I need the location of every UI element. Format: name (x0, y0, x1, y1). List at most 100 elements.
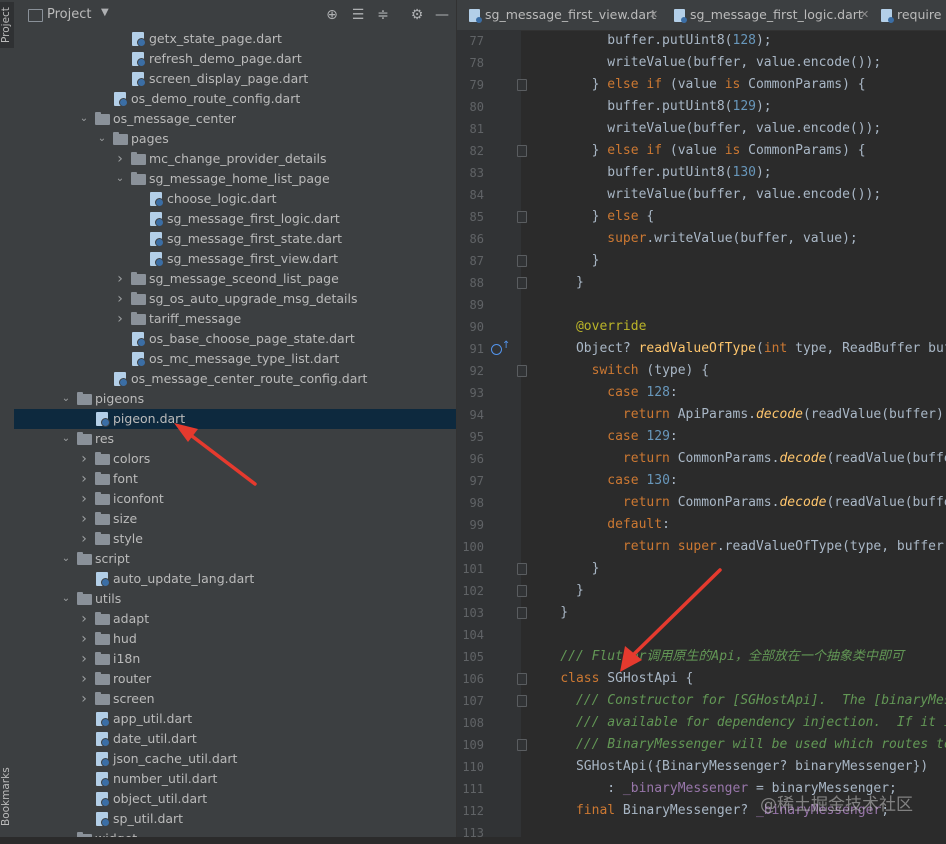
tree-item-label: widget (95, 829, 137, 837)
tree-item-label: size (113, 511, 138, 526)
tree-file-row[interactable]: json_cache_util.dart (14, 749, 456, 769)
chevron-right-icon[interactable]: › (78, 449, 90, 469)
tree-folder-row[interactable]: › colors (14, 449, 456, 469)
chevron-right-icon[interactable]: › (78, 629, 90, 649)
tree-file-row[interactable]: screen_display_page.dart (14, 69, 456, 89)
folder-icon (95, 652, 110, 665)
chevron-down-icon[interactable]: ⌄ (60, 549, 72, 569)
chevron-down-icon[interactable]: ⌄ (114, 169, 126, 189)
folder-icon (113, 132, 128, 145)
code-line: writeValue(buffer, value.encode()); (529, 55, 882, 70)
tree-folder-row[interactable]: ⌄ sg_message_home_list_page (14, 169, 456, 189)
tree-folder-row[interactable]: ⌄ widget (14, 829, 456, 837)
tree-folder-row[interactable]: › style (14, 529, 456, 549)
crosshair-icon[interactable]: ⊕ (324, 7, 340, 23)
bookmarks-tool-button[interactable]: Bookmarks (0, 763, 14, 831)
chevron-right-icon[interactable]: › (114, 289, 126, 309)
chevron-right-icon[interactable]: › (78, 469, 90, 489)
dart-file-icon (96, 812, 110, 827)
tree-item-label: getx_state_page.dart (149, 31, 282, 46)
tree-file-row[interactable]: getx_state_page.dart (14, 29, 456, 49)
chevron-right-icon[interactable]: › (78, 649, 90, 669)
tree-file-row[interactable]: pigeon.dart (14, 409, 456, 429)
tree-folder-row[interactable]: ⌄ res (14, 429, 456, 449)
tree-item-label: adapt (113, 611, 150, 626)
tree-folder-row[interactable]: › font (14, 469, 456, 489)
gear-icon[interactable]: ⚙ (409, 7, 425, 23)
tree-folder-row[interactable]: › i18n (14, 649, 456, 669)
code-line: return CommonParams.decode(readValue(buf… (622, 451, 946, 466)
tree-file-row[interactable]: sg_message_first_view.dart (14, 249, 456, 269)
chevron-right-icon[interactable]: › (114, 269, 126, 289)
editor-tab-bar: sg_message_first_view.dart ✕ sg_message_fi… (457, 0, 946, 31)
close-tab-icon[interactable]: ✕ (860, 0, 869, 30)
chevron-down-icon[interactable]: ⌄ (60, 829, 72, 837)
tree-item-label: sg_message_home_list_page (149, 171, 330, 186)
tree-folder-row[interactable]: › iconfont (14, 489, 456, 509)
tree-file-row[interactable]: os_message_center_route_config.dart (14, 369, 456, 389)
tree-item-label: auto_update_lang.dart (113, 571, 255, 586)
tree-file-row[interactable]: os_demo_route_config.dart (14, 89, 456, 109)
chevron-down-icon[interactable]: ⌄ (60, 589, 72, 609)
hide-icon[interactable]: — (434, 7, 450, 23)
chevron-down-icon[interactable]: ⌄ (78, 109, 90, 129)
chevron-right-icon[interactable]: › (114, 149, 126, 169)
dart-file-icon (114, 372, 128, 387)
chevron-right-icon[interactable]: › (78, 609, 90, 629)
tree-file-row[interactable]: refresh_demo_page.dart (14, 49, 456, 69)
tree-folder-row[interactable]: ⌄ os_message_center (14, 109, 456, 129)
tree-folder-row[interactable]: ⌄ utils (14, 589, 456, 609)
close-tab-icon[interactable]: ✕ (649, 0, 658, 30)
chevron-right-icon[interactable]: › (78, 669, 90, 689)
project-tool-button[interactable]: Project (0, 2, 14, 48)
chevron-right-icon[interactable]: › (114, 309, 126, 329)
tree-folder-row[interactable]: ⌄ pigeons (14, 389, 456, 409)
panel-title[interactable]: Project (47, 7, 91, 22)
tree-folder-row[interactable]: › router (14, 669, 456, 689)
tree-item-label: sg_message_first_state.dart (167, 231, 343, 246)
tree-folder-row[interactable]: › tariff_message (14, 309, 456, 329)
folder-icon (95, 672, 110, 685)
tree-folder-row[interactable]: › adapt (14, 609, 456, 629)
tree-file-row[interactable]: os_mc_message_type_list.dart (14, 349, 456, 369)
chevron-right-icon[interactable]: › (78, 489, 90, 509)
code-area[interactable]: buffer.putUint8(128); writeValue(buffer,… (457, 30, 946, 837)
folder-icon (131, 312, 146, 325)
tree-folder-row[interactable]: › screen (14, 689, 456, 709)
tree-folder-row[interactable]: › sg_message_sceond_list_page (14, 269, 456, 289)
tree-item-label: iconfont (113, 491, 164, 506)
tree-folder-row[interactable]: › mc_change_provider_details (14, 149, 456, 169)
tree-file-row[interactable]: sg_message_first_logic.dart (14, 209, 456, 229)
tree-file-row[interactable]: sg_message_first_state.dart (14, 229, 456, 249)
chevron-right-icon[interactable]: › (78, 509, 90, 529)
tree-file-row[interactable]: date_util.dart (14, 729, 456, 749)
chevron-down-icon[interactable]: ⌄ (60, 429, 72, 449)
chevron-down-icon[interactable]: ⌄ (96, 129, 108, 149)
collapse-all-icon[interactable]: ≑ (375, 7, 391, 23)
folder-icon (95, 452, 110, 465)
code-line: Object? readValueOfType(int type, ReadBu… (529, 341, 946, 356)
tree-file-row[interactable]: os_base_choose_page_state.dart (14, 329, 456, 349)
tree-folder-row[interactable]: › hud (14, 629, 456, 649)
tree-folder-row[interactable]: › size (14, 509, 456, 529)
view-dropdown-icon[interactable]: ▼ (101, 7, 109, 18)
code-line: } (529, 583, 584, 598)
tree-file-row[interactable]: auto_update_lang.dart (14, 569, 456, 589)
code-line: switch (type) { (591, 363, 710, 378)
tree-file-row[interactable]: number_util.dart (14, 769, 456, 789)
dart-file-icon (132, 72, 146, 87)
dart-file-icon (150, 232, 164, 247)
chevron-right-icon[interactable]: › (78, 689, 90, 709)
tree-file-row[interactable]: object_util.dart (14, 789, 456, 809)
chevron-down-icon[interactable]: ⌄ (60, 389, 72, 409)
expand-all-icon[interactable]: ☰ (350, 7, 366, 23)
tab-label: sg_message_first_view.dart (485, 7, 657, 22)
chevron-right-icon[interactable]: › (78, 529, 90, 549)
tree-file-row[interactable]: sp_util.dart (14, 809, 456, 829)
tree-file-row[interactable]: choose_logic.dart (14, 189, 456, 209)
tree-folder-row[interactable]: › sg_os_auto_upgrade_msg_details (14, 289, 456, 309)
tree-folder-row[interactable]: ⌄ script (14, 549, 456, 569)
tree-folder-row[interactable]: ⌄ pages (14, 129, 456, 149)
tree-file-row[interactable]: app_util.dart (14, 709, 456, 729)
dart-file-icon (96, 792, 110, 807)
